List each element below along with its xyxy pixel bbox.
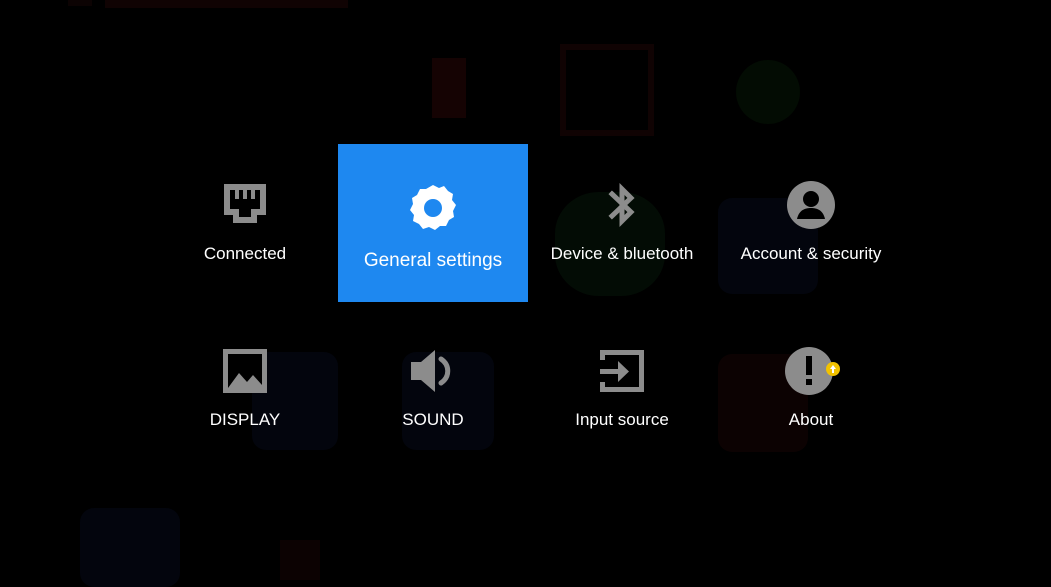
menu-item-label: General settings	[363, 250, 503, 271]
menu-item-label: About	[788, 410, 834, 429]
menu-item-label: Device & bluetooth	[550, 244, 694, 263]
menu-item-general-settings[interactable]: General settings	[338, 144, 528, 302]
account-icon	[785, 179, 837, 231]
image-icon	[219, 345, 271, 397]
menu-item-label: SOUND	[402, 410, 464, 429]
menu-item-label: Input source	[575, 410, 669, 429]
bluetooth-icon	[596, 179, 648, 231]
background-shape	[432, 58, 466, 118]
menu-item-label: DISPLAY	[209, 410, 281, 429]
gear-icon	[407, 182, 459, 234]
input-source-icon	[596, 345, 648, 397]
background-shape	[68, 0, 92, 6]
menu-item-about[interactable]: About	[716, 309, 906, 467]
background-shape	[105, 0, 348, 8]
menu-item-label: Account & security	[740, 244, 882, 263]
menu-item-device-bluetooth[interactable]: Device & bluetooth	[527, 143, 717, 301]
background-shape	[560, 44, 654, 136]
arrow-up-icon	[830, 365, 836, 373]
background-shape	[80, 508, 180, 587]
menu-item-account-security[interactable]: Account & security	[716, 143, 906, 301]
menu-item-display[interactable]: DISPLAY	[150, 309, 340, 467]
update-badge	[826, 362, 840, 376]
menu-item-input-source[interactable]: Input source	[527, 309, 717, 467]
menu-item-sound[interactable]: SOUND	[338, 309, 528, 467]
background-shape	[280, 540, 320, 580]
menu-item-connected[interactable]: Connected	[150, 143, 340, 301]
menu-item-label: Connected	[203, 244, 287, 263]
background-shape	[736, 60, 800, 124]
speaker-icon	[407, 345, 459, 397]
ethernet-icon	[219, 179, 271, 231]
